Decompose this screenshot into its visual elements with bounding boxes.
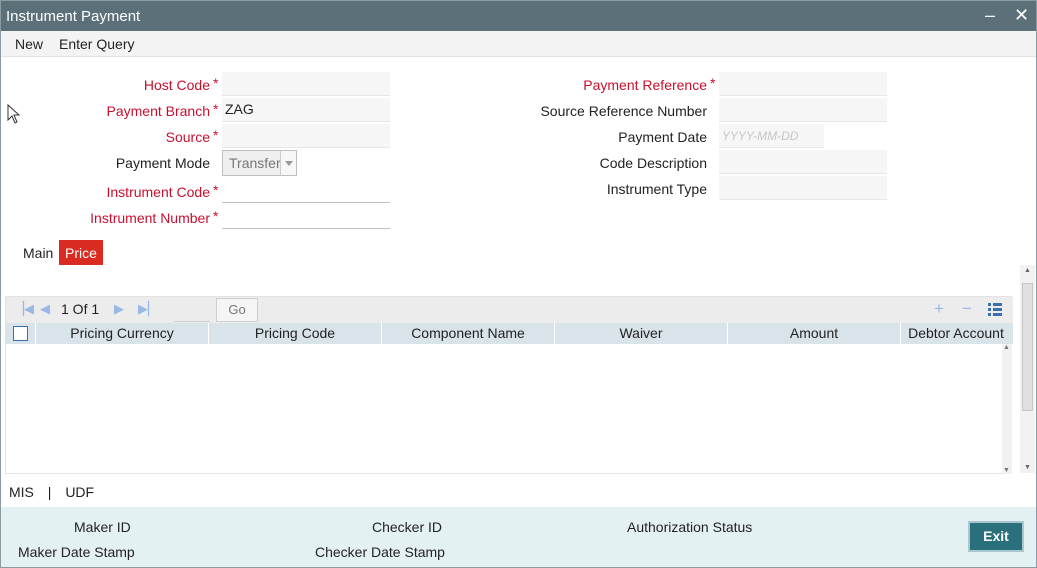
checker-id-label: Checker ID	[372, 519, 443, 535]
close-icon[interactable]: ✕	[1014, 5, 1029, 25]
payment-mode-value: Transfer	[229, 155, 281, 171]
grid-toolbar: ▕◀ ◀ 1 Of 1 ▶ ▶▏ Go + −	[6, 297, 1013, 323]
scroll-thumb[interactable]	[1022, 283, 1033, 411]
add-row-icon[interactable]: +	[934, 299, 944, 319]
sub-screen-links: MIS | UDF	[9, 484, 94, 500]
checker-date-stamp-label: Checker Date Stamp	[315, 544, 445, 560]
payment-reference-label: Payment Reference	[583, 77, 707, 93]
scroll-down-icon[interactable]: ▼	[1024, 464, 1031, 471]
payment-branch-label: Payment Branch	[106, 103, 211, 119]
host-code-field[interactable]	[222, 72, 390, 96]
window-title: Instrument Payment	[6, 8, 141, 25]
host-code-label: Host Code	[143, 77, 210, 93]
required-marker: *	[213, 182, 219, 198]
remove-row-icon[interactable]: −	[962, 299, 972, 319]
column-header[interactable]: Amount	[728, 323, 901, 344]
mis-link[interactable]: MIS	[9, 484, 34, 500]
scroll-up-icon[interactable]: ▲	[1003, 344, 1010, 351]
source-reference-number-field[interactable]	[719, 98, 887, 122]
instrument-code-label: Instrument Code	[106, 184, 211, 200]
menu-bar: New Enter Query	[1, 31, 1036, 57]
maker-date-stamp-label: Maker Date Stamp	[18, 544, 135, 560]
instrument-type-field[interactable]	[719, 176, 887, 200]
column-header[interactable]: Pricing Currency	[36, 323, 209, 344]
instrument-type-label: Instrument Type	[606, 181, 707, 197]
next-page-icon[interactable]: ▶	[114, 301, 124, 317]
authorization-status-label: Authorization Status	[627, 519, 753, 535]
required-marker: *	[213, 75, 219, 91]
source-label: Source	[165, 129, 210, 145]
instrument-code-field[interactable]	[222, 179, 390, 203]
payment-date-label: Payment Date	[618, 129, 707, 145]
page-scrollbar[interactable]: ▲ ▼	[1020, 265, 1035, 473]
column-header[interactable]: Debtor Account	[901, 323, 1011, 344]
minimize-icon[interactable]: –	[985, 5, 995, 25]
payment-mode-label: Payment Mode	[115, 155, 210, 171]
page-input[interactable]	[174, 321, 210, 322]
enter-query-menu-item[interactable]: Enter Query	[59, 36, 134, 52]
select-all-checkbox[interactable]	[13, 326, 28, 341]
code-description-label: Code Description	[599, 155, 707, 171]
previous-page-icon[interactable]: ◀	[40, 301, 50, 317]
list-view-icon[interactable]	[988, 302, 1002, 316]
required-marker: *	[213, 101, 219, 117]
last-page-icon[interactable]: ▶▏	[138, 301, 158, 317]
column-header[interactable]: Waiver	[555, 323, 728, 344]
tab-price[interactable]: Price	[59, 240, 103, 265]
payment-mode-select[interactable]: Transfer	[222, 150, 297, 176]
select-all-cell	[6, 323, 36, 344]
required-marker: *	[213, 208, 219, 224]
payment-date-field[interactable]: YYYY-MM-DD	[719, 124, 824, 148]
scroll-down-icon[interactable]: ▼	[1003, 467, 1010, 474]
audit-footer: Maker ID Maker Date Stamp Checker ID Che…	[1, 507, 1036, 567]
source-field[interactable]	[222, 124, 390, 148]
pricing-grid: ▕◀ ◀ 1 Of 1 ▶ ▶▏ Go + − Pricing Currency…	[5, 296, 1013, 474]
source-reference-number-label: Source Reference Number	[540, 103, 707, 119]
column-header[interactable]: Component Name	[382, 323, 555, 344]
new-menu-item[interactable]: New	[15, 36, 43, 52]
required-marker: *	[213, 127, 219, 143]
chevron-down-icon[interactable]	[280, 151, 296, 175]
payment-branch-field[interactable]: ZAG	[222, 98, 390, 122]
link-separator: |	[47, 484, 52, 500]
first-page-icon[interactable]: ▕◀	[14, 301, 34, 317]
instrument-payment-window: Instrument Payment – ✕ New Enter Query H…	[0, 0, 1037, 568]
page-indicator: 1 Of 1	[61, 301, 100, 317]
title-bar: Instrument Payment – ✕	[1, 1, 1036, 31]
go-button[interactable]: Go	[216, 298, 258, 322]
required-marker: *	[710, 75, 716, 91]
udf-link[interactable]: UDF	[65, 484, 94, 500]
instrument-number-label: Instrument Number	[90, 210, 210, 226]
instrument-number-field[interactable]	[222, 205, 390, 229]
grid-header: Pricing Currency Pricing Code Component …	[6, 323, 1013, 344]
payment-reference-field[interactable]	[719, 72, 887, 96]
scroll-up-icon[interactable]: ▲	[1024, 267, 1031, 274]
exit-button[interactable]: Exit	[968, 521, 1024, 552]
maker-id-label: Maker ID	[74, 519, 131, 535]
code-description-field[interactable]	[719, 150, 887, 174]
tab-main[interactable]: Main	[17, 240, 59, 265]
column-header[interactable]: Pricing Code	[209, 323, 382, 344]
grid-scrollbar[interactable]: ▲ ▼	[1002, 344, 1012, 474]
